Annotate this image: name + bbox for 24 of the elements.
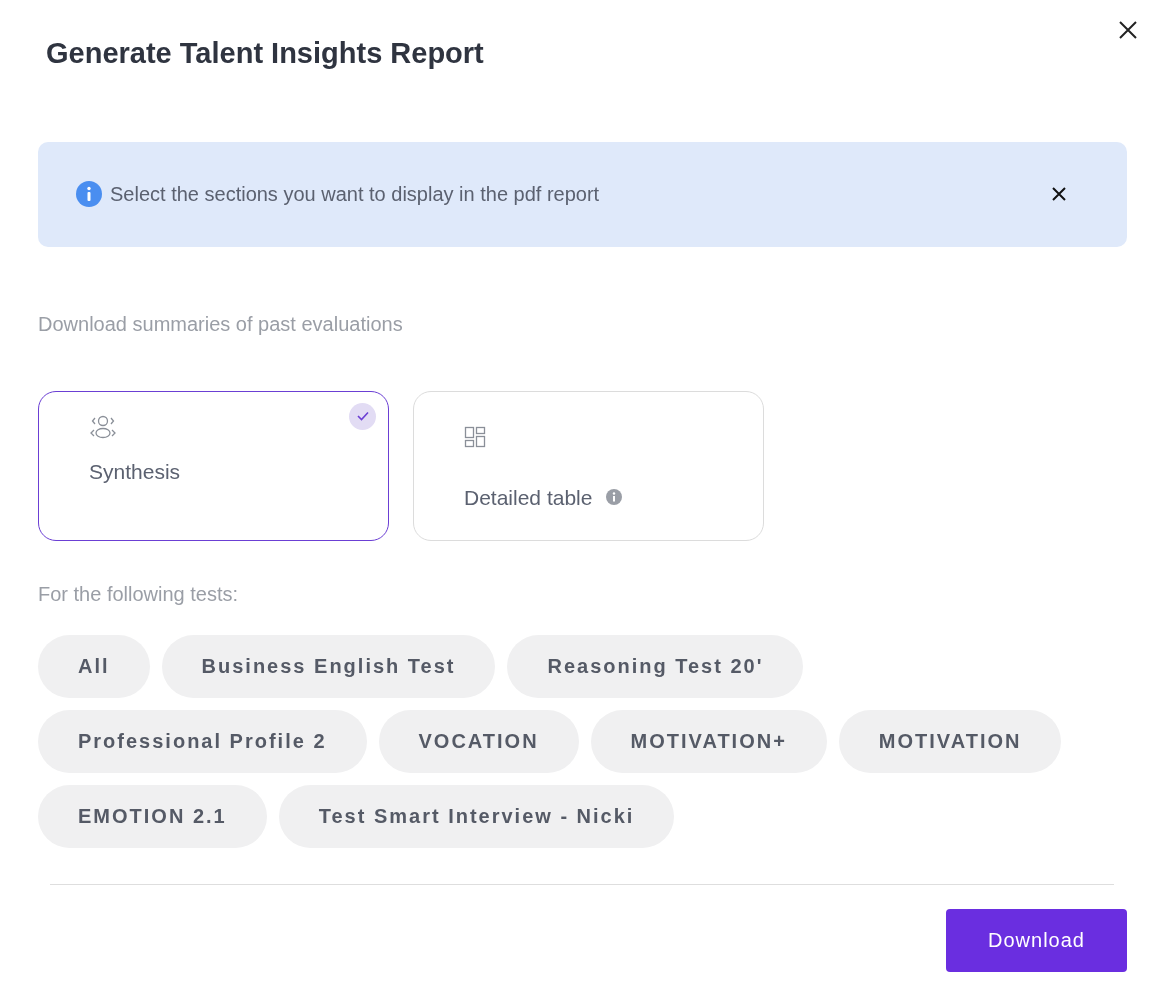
test-chip[interactable]: Professional Profile 2 (38, 709, 367, 773)
close-icon (1052, 187, 1066, 201)
option-label: Detailed table (464, 484, 593, 511)
test-chip[interactable]: All (38, 634, 150, 698)
test-chip[interactable]: Test Smart Interview - Nicki (278, 784, 675, 848)
info-icon (76, 181, 102, 207)
people-icon (89, 413, 117, 440)
banner-text: Select the sections you want to display in the pdf report (110, 182, 601, 207)
test-chip[interactable]: VOCATION (378, 709, 579, 773)
test-chip[interactable]: Business English Test (161, 634, 496, 698)
test-chip[interactable]: MOTIVATION+ (590, 709, 827, 773)
test-chip[interactable]: MOTIVATION (838, 709, 1062, 773)
option-label: Synthesis (89, 458, 181, 485)
section-option-card[interactable]: Synthesis (38, 390, 389, 541)
test-chip[interactable]: Reasoning Test 20' (507, 634, 804, 698)
tests-label: For the following tests: (38, 581, 240, 607)
section-label: Download summaries of past evaluations (38, 311, 404, 337)
dialog-title: Generate Talent Insights Report (46, 36, 485, 71)
checkmark-icon (356, 411, 369, 421)
grid-icon (464, 425, 486, 448)
section-option-card[interactable]: Detailed table (413, 390, 764, 541)
test-chip[interactable]: EMOTION 2.1 (38, 784, 267, 848)
close-icon (1119, 21, 1137, 39)
download-button[interactable]: Download (946, 908, 1127, 972)
